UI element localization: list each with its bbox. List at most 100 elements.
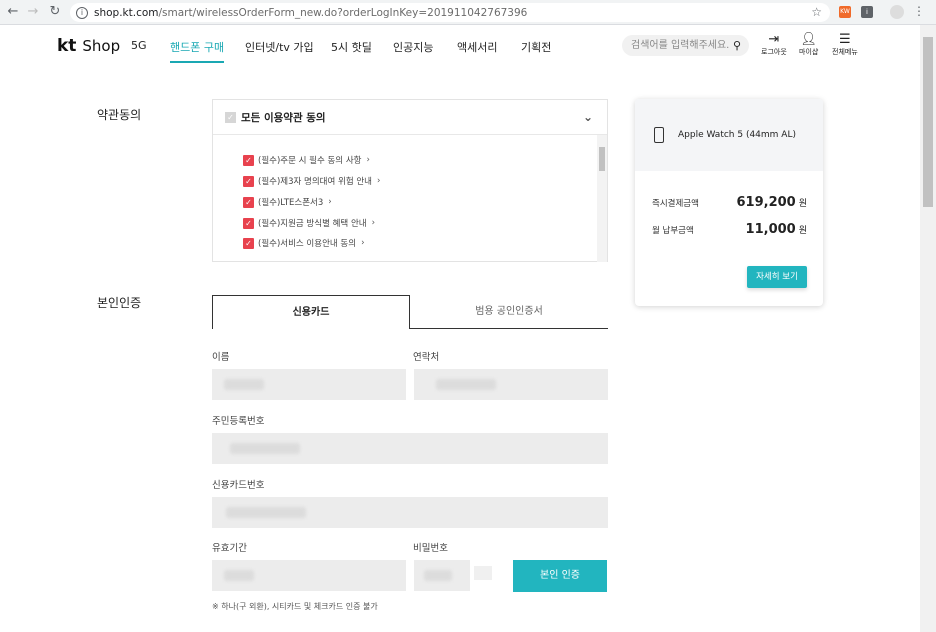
currency-label: 원 [798, 199, 807, 209]
url-path: /smart/wirelessOrderForm_new.do?orderLog… [158, 6, 528, 19]
mypage-label: 마이샵 [799, 48, 819, 56]
extension-icon[interactable]: KW [839, 6, 851, 18]
user-icon: 👤︎ [800, 32, 817, 47]
nav-hotdeal[interactable]: 5시 핫딜 [331, 39, 372, 55]
term-item[interactable]: ✓ (필수)서비스 이용안내 동의 › [243, 237, 364, 249]
pay-now-row: 즉시결제금액 619,200 원 [652, 195, 807, 210]
logout-label: 로그아웃 [761, 48, 787, 56]
terms-box: ✓ 모든 이용약관 동의 ⌄ ✓ (필수)주문 시 필수 동의 사항 › ✓ (필수)… [212, 99, 608, 262]
bookmark-star-icon[interactable]: ☆ [811, 5, 822, 19]
chevron-right-icon[interactable]: › [372, 218, 375, 228]
verify-identity-button[interactable]: 본인 인증 [513, 560, 607, 592]
terms-section-title: 약관동의 [97, 108, 142, 122]
term-label: (필수)제3자 명의대여 위험 안내 [258, 177, 372, 187]
kt-shop-logo[interactable]: kt Shop [57, 36, 120, 56]
expiry-field[interactable] [212, 560, 406, 591]
identity-section-title: 본인인증 [97, 296, 142, 310]
view-details-button[interactable]: 자세히 보기 [747, 266, 807, 288]
extension-icon[interactable]: i [861, 6, 873, 18]
hamburger-icon: ☰ [839, 32, 851, 47]
nav-ai[interactable]: 인공지능 [393, 39, 433, 55]
page-scrollbar[interactable] [920, 25, 936, 632]
nav-5g[interactable]: 5G [131, 39, 147, 52]
url-host: shop.kt.com [94, 6, 159, 19]
rrn-field[interactable] [212, 433, 608, 464]
monthly-value: 11,000 [745, 222, 796, 237]
checkbox-checked[interactable]: ✓ [243, 196, 254, 208]
password-mask-placeholder [474, 566, 492, 580]
chevron-right-icon[interactable]: › [377, 176, 380, 186]
mypage-button[interactable]: 👤︎ 마이샵 [799, 32, 818, 57]
checkbox-checked[interactable]: ✓ [243, 217, 254, 229]
all-menu-button[interactable]: ☰ 전체메뉴 [832, 32, 858, 57]
browser-menu-icon[interactable]: ⋮ [913, 4, 925, 18]
reload-icon[interactable]: ↻ [44, 4, 66, 19]
term-item[interactable]: ✓ (필수)주문 시 필수 동의 사항 › [243, 154, 370, 166]
logout-icon: ⇥ [768, 32, 780, 47]
card-note: ※ 하나(구 외환), 시티카드 및 체크카드 인증 불가 [212, 602, 378, 611]
address-bar[interactable]: i shop.kt.com/smart/wirelessOrderForm_ne… [70, 3, 830, 22]
checkbox-checked[interactable]: ✓ [243, 237, 254, 249]
masked-value [226, 507, 306, 518]
masked-value [436, 379, 496, 390]
watch-icon [654, 127, 664, 143]
logo-kt: kt [57, 36, 77, 56]
tab-public-cert[interactable]: 범용 공인인증서 [410, 295, 608, 329]
phone-field[interactable] [414, 369, 608, 400]
term-label: (필수)지원금 방식별 혜택 안내 [258, 219, 367, 229]
summary-product: Apple Watch 5 (44mm AL) [635, 99, 823, 171]
monthly-row: 월 납부금액 11,000 원 [652, 222, 807, 237]
site-header: kt Shop 5G 핸드폰 구매 인터넷/tv 가입 5시 핫딜 인공지능 액… [0, 25, 920, 75]
name-label: 이름 [212, 352, 230, 363]
chevron-right-icon[interactable]: › [361, 238, 364, 248]
browser-toolbar: ← → ↻ i shop.kt.com/smart/wirelessOrderF… [0, 0, 936, 25]
chevron-down-icon[interactable]: ⌄ [583, 110, 593, 124]
checkbox-all[interactable]: ✓ [225, 111, 236, 123]
terms-all-label: 모든 이용약관 동의 [241, 111, 326, 124]
search-placeholder: 검색어를 입력해주세요. [631, 40, 730, 51]
nav-phone-purchase[interactable]: 핸드폰 구매 [170, 39, 225, 63]
masked-value [230, 443, 300, 454]
currency-label: 원 [798, 226, 807, 236]
masked-value [224, 379, 264, 390]
password-field[interactable] [414, 560, 470, 591]
term-item[interactable]: ✓ (필수)제3자 명의대여 위험 안내 › [243, 175, 380, 187]
nav-accessory[interactable]: 액세서리 [457, 39, 497, 55]
masked-value [224, 570, 254, 581]
expiry-label: 유효기간 [212, 543, 247, 554]
card-number-label: 신용카드번호 [212, 480, 265, 491]
logout-button[interactable]: ⇥ 로그아웃 [761, 32, 787, 57]
search-icon[interactable]: ⚲ [733, 35, 741, 56]
name-field[interactable] [212, 369, 406, 400]
terms-scrollbar[interactable] [597, 135, 607, 262]
tab-credit-card[interactable]: 신용카드 [212, 295, 410, 329]
checkbox-checked[interactable]: ✓ [243, 154, 254, 166]
monthly-label: 월 납부금액 [652, 226, 694, 236]
pay-now-label: 즉시결제금액 [652, 199, 699, 209]
logo-shop: Shop [82, 37, 121, 55]
checkbox-checked[interactable]: ✓ [243, 175, 254, 187]
forward-icon[interactable]: → [22, 4, 44, 19]
profile-avatar[interactable] [890, 5, 904, 19]
site-info-icon[interactable]: i [76, 6, 88, 19]
term-item[interactable]: ✓ (필수)지원금 방식별 혜택 안내 › [243, 217, 375, 229]
term-label: (필수)서비스 이용안내 동의 [258, 239, 357, 249]
term-label: (필수)LTE스폰서3 [258, 198, 324, 208]
back-icon[interactable]: ← [2, 4, 24, 19]
term-item[interactable]: ✓ (필수)LTE스폰서3 › [243, 196, 332, 208]
masked-value [424, 570, 452, 581]
scrollbar-thumb[interactable] [923, 37, 933, 207]
terms-all-agree[interactable]: ✓ 모든 이용약관 동의 ⌄ [213, 100, 607, 135]
terms-scrollbar-thumb[interactable] [599, 147, 605, 171]
chevron-right-icon[interactable]: › [366, 155, 369, 165]
all-menu-label: 전체메뉴 [832, 48, 858, 56]
password-label: 비밀번호 [413, 543, 448, 554]
chevron-right-icon[interactable]: › [328, 197, 331, 207]
verify-tabs: 신용카드 범용 공인인증서 [212, 295, 608, 329]
search-input[interactable]: 검색어를 입력해주세요. ⚲ [622, 35, 749, 56]
order-summary-card: Apple Watch 5 (44mm AL) 즉시결제금액 619,200 원 … [635, 99, 823, 306]
nav-internet-tv[interactable]: 인터넷/tv 가입 [245, 39, 314, 55]
card-number-field[interactable] [212, 497, 608, 528]
nav-promotion[interactable]: 기획전 [521, 39, 551, 55]
phone-label: 연락처 [413, 352, 440, 363]
